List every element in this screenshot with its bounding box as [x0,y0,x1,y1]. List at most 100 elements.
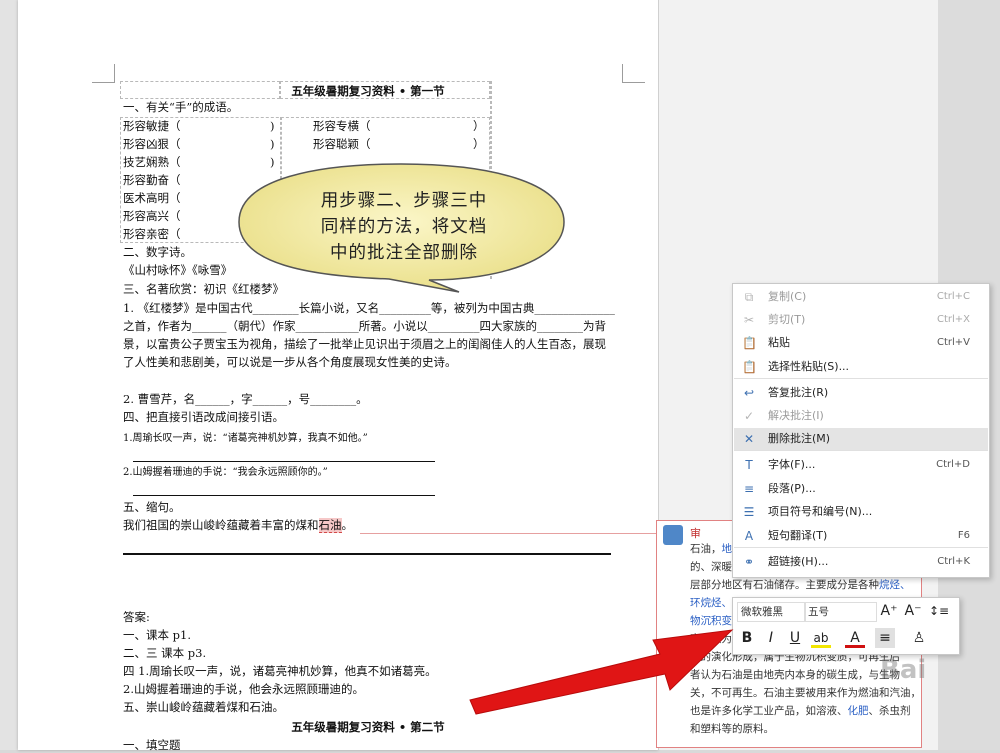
menu-separator [734,547,988,548]
delete-comment-icon: ✕ [743,432,755,446]
font-icon: T [745,458,753,472]
scissors-icon: ✂ [743,313,755,327]
menu-item-scissors: ✂ 剪切(T) Ctrl+X [734,309,988,331]
menu-item-shortcut: Ctrl+C [936,291,970,302]
menu-item-label: 答复批注(R) [768,386,829,399]
menu-item-delete-comment[interactable]: ✕ 删除批注(M) [734,428,988,450]
section-heading: 五、缩句。 [123,500,181,514]
paren: ） [473,119,485,133]
menu-item-label: 短句翻译(T) [768,529,828,542]
idiom-row: 形容勤奋（ [123,173,181,187]
idiom-row: 形容亲密（ [123,227,181,241]
menu-item-shortcut: Ctrl+X [936,314,970,325]
avatar [663,525,683,545]
section-heading: 四、把直接引语改成间接引语。 [123,410,284,424]
menu-item-label: 项目符号和编号(N)... [768,505,873,518]
idiom-row: 形容专横（ [313,119,371,133]
menu-item-reply-comment[interactable]: ↩ 答复批注(R) [734,382,988,404]
sentence: 我们祖国的崇山峻岭蕴藏着丰富的煤和石油。 [123,518,353,533]
comment-connector [360,533,657,534]
red-arrow-annotation [469,629,734,715]
watermark-logo: Bai [880,655,927,685]
grow-font-button[interactable]: A⁺ [879,601,899,621]
section-heading: 一、有关“手”的成语。 [123,100,239,114]
idiom-row: 技艺娴熟（ [123,155,181,169]
mini-format-toolbar[interactable]: 微软雅黑 五号 A⁺ A⁻ ↕≡ B I U ab A ≡ ♙ [732,597,960,655]
callout-text: 用步骤二、步骤三中 同样的方法，将文档 中的批注全部删除 [320,191,488,263]
sentence: 2.山姆握着珊迪的手说：“我会永远照顾你的。” [123,467,328,478]
menu-item-label: 粘贴 [768,336,790,349]
menu-item-label: 选择性粘贴(S)... [768,360,850,373]
menu-item-font[interactable]: T 字体(F)... Ctrl+D [734,454,988,476]
idiom-row: 形容高兴（ [123,209,181,223]
horizontal-rule [123,553,611,555]
paste-icon: 📋 [742,336,757,350]
paren: ) [270,137,275,151]
menu-item-label: 复制(C) [768,290,807,303]
idiom-row: 形容敏捷（ [123,119,181,133]
question-2: 2. 曹雪芹，名______，字______，号________。 [123,392,368,406]
font-color-button[interactable]: A [845,628,865,648]
copy-icon: ⧉ [744,290,754,304]
context-menu[interactable]: ⧉ 复制(C) Ctrl+C ✂ 剪切(T) Ctrl+X 📋 粘贴 Ctrl+V 📋 选择性粘贴(… [732,283,990,578]
menu-item-shortcut: F6 [957,530,970,541]
answers-title: 答案: [123,610,150,624]
menu-separator [734,378,988,379]
highlight-button[interactable]: ab [811,628,831,648]
menu-item-shortcut: Ctrl+D [936,459,970,470]
paren: ) [270,119,275,133]
menu-item-label: 解决批注(I) [768,409,824,422]
paste-special-icon: 📋 [742,360,757,374]
underline-button[interactable]: U [785,628,805,648]
menu-item-label: 删除批注(M) [768,432,831,445]
answer-item: 二、三 课本 p3. [123,646,207,660]
idiom-row: 医术高明（ [123,191,181,205]
menu-item-shortcut: Ctrl+V [936,337,970,348]
table-cell [120,81,280,99]
comment-line: 和塑料等的原料。 [690,723,774,735]
answer-item: 一、课本 p1. [123,628,191,642]
menu-item-resolve-comment: ✓ 解决批注(I) [734,405,988,427]
answer-item: 四 1.周瑜长叹一声，说，诸葛亮神机妙算，他真不如诸葛亮。 [123,664,437,678]
shrink-font-button[interactable]: A⁻ [903,601,923,621]
idiom-row: 形容聪颖（ [313,137,371,151]
menu-item-label: 超链接(H)... [768,555,829,568]
italic-button[interactable]: I [761,628,781,648]
bullets-icon: ☰ [743,505,755,519]
menu-item-label: 剪切(T) [768,313,806,326]
hyperlink-icon: ⚭ [743,555,755,569]
menu-item-paste[interactable]: 📋 粘贴 Ctrl+V [734,332,988,354]
question-1: 1. 《红楼梦》是中国古代________长篇小说，又名_________等，被… [123,301,615,369]
answer-item: 五、崇山峻岭蕴藏着煤和石油。 [123,700,284,714]
menu-item-label: 段落(P)... [768,482,816,495]
menu-item-paragraph[interactable]: ≡ 段落(P)... [734,478,988,500]
format-painter-button[interactable]: ♙ [909,628,929,648]
comment-line: 的、深暖 [690,561,732,573]
section-heading: 二、数字诗。 [123,245,192,259]
page-corner-marker [622,64,645,83]
commented-text[interactable]: 石油 [318,518,342,533]
menu-item-copy: ⧉ 复制(C) Ctrl+C [734,286,988,308]
align-button[interactable]: ≡ [875,628,895,648]
answer-line [133,461,435,462]
comment-line: 层部分地区有石油储存。主要成分是各种烷烃、 [690,579,911,591]
section-heading: 一、填空题 [123,738,181,752]
comment-line: 石油，地 [690,543,732,555]
font-size-select[interactable]: 五号 [804,602,877,622]
idiom-row: 形容凶狠（ [123,137,181,151]
menu-item-translate[interactable]: A 短句翻译(T) F6 [734,525,988,547]
paren: ） [473,137,485,151]
reply-comment-icon: ↩ [743,386,755,400]
sentence: 1.周瑜长叹一声，说：“诸葛亮神机妙算，我真不如他。” [123,433,368,444]
paragraph-icon: ≡ [743,482,755,496]
menu-item-paste-special[interactable]: 📋 选择性粘贴(S)... [734,356,988,378]
menu-item-hyperlink[interactable]: ⚭ 超链接(H)... Ctrl+K [734,551,988,573]
answer-line [133,495,435,496]
line-spacing-button[interactable]: ↕≡ [929,601,949,621]
table-cell [280,81,490,99]
menu-separator [734,450,988,451]
answer-item: 2.山姆握着珊迪的手说，他会永远照顾珊迪的。 [123,682,364,696]
menu-item-bullets[interactable]: ☰ 项目符号和编号(N)... [734,501,988,523]
menu-item-label: 字体(F)... [768,458,816,471]
document-title: 五年级暑期复习资料 • 第二节 [291,720,445,734]
